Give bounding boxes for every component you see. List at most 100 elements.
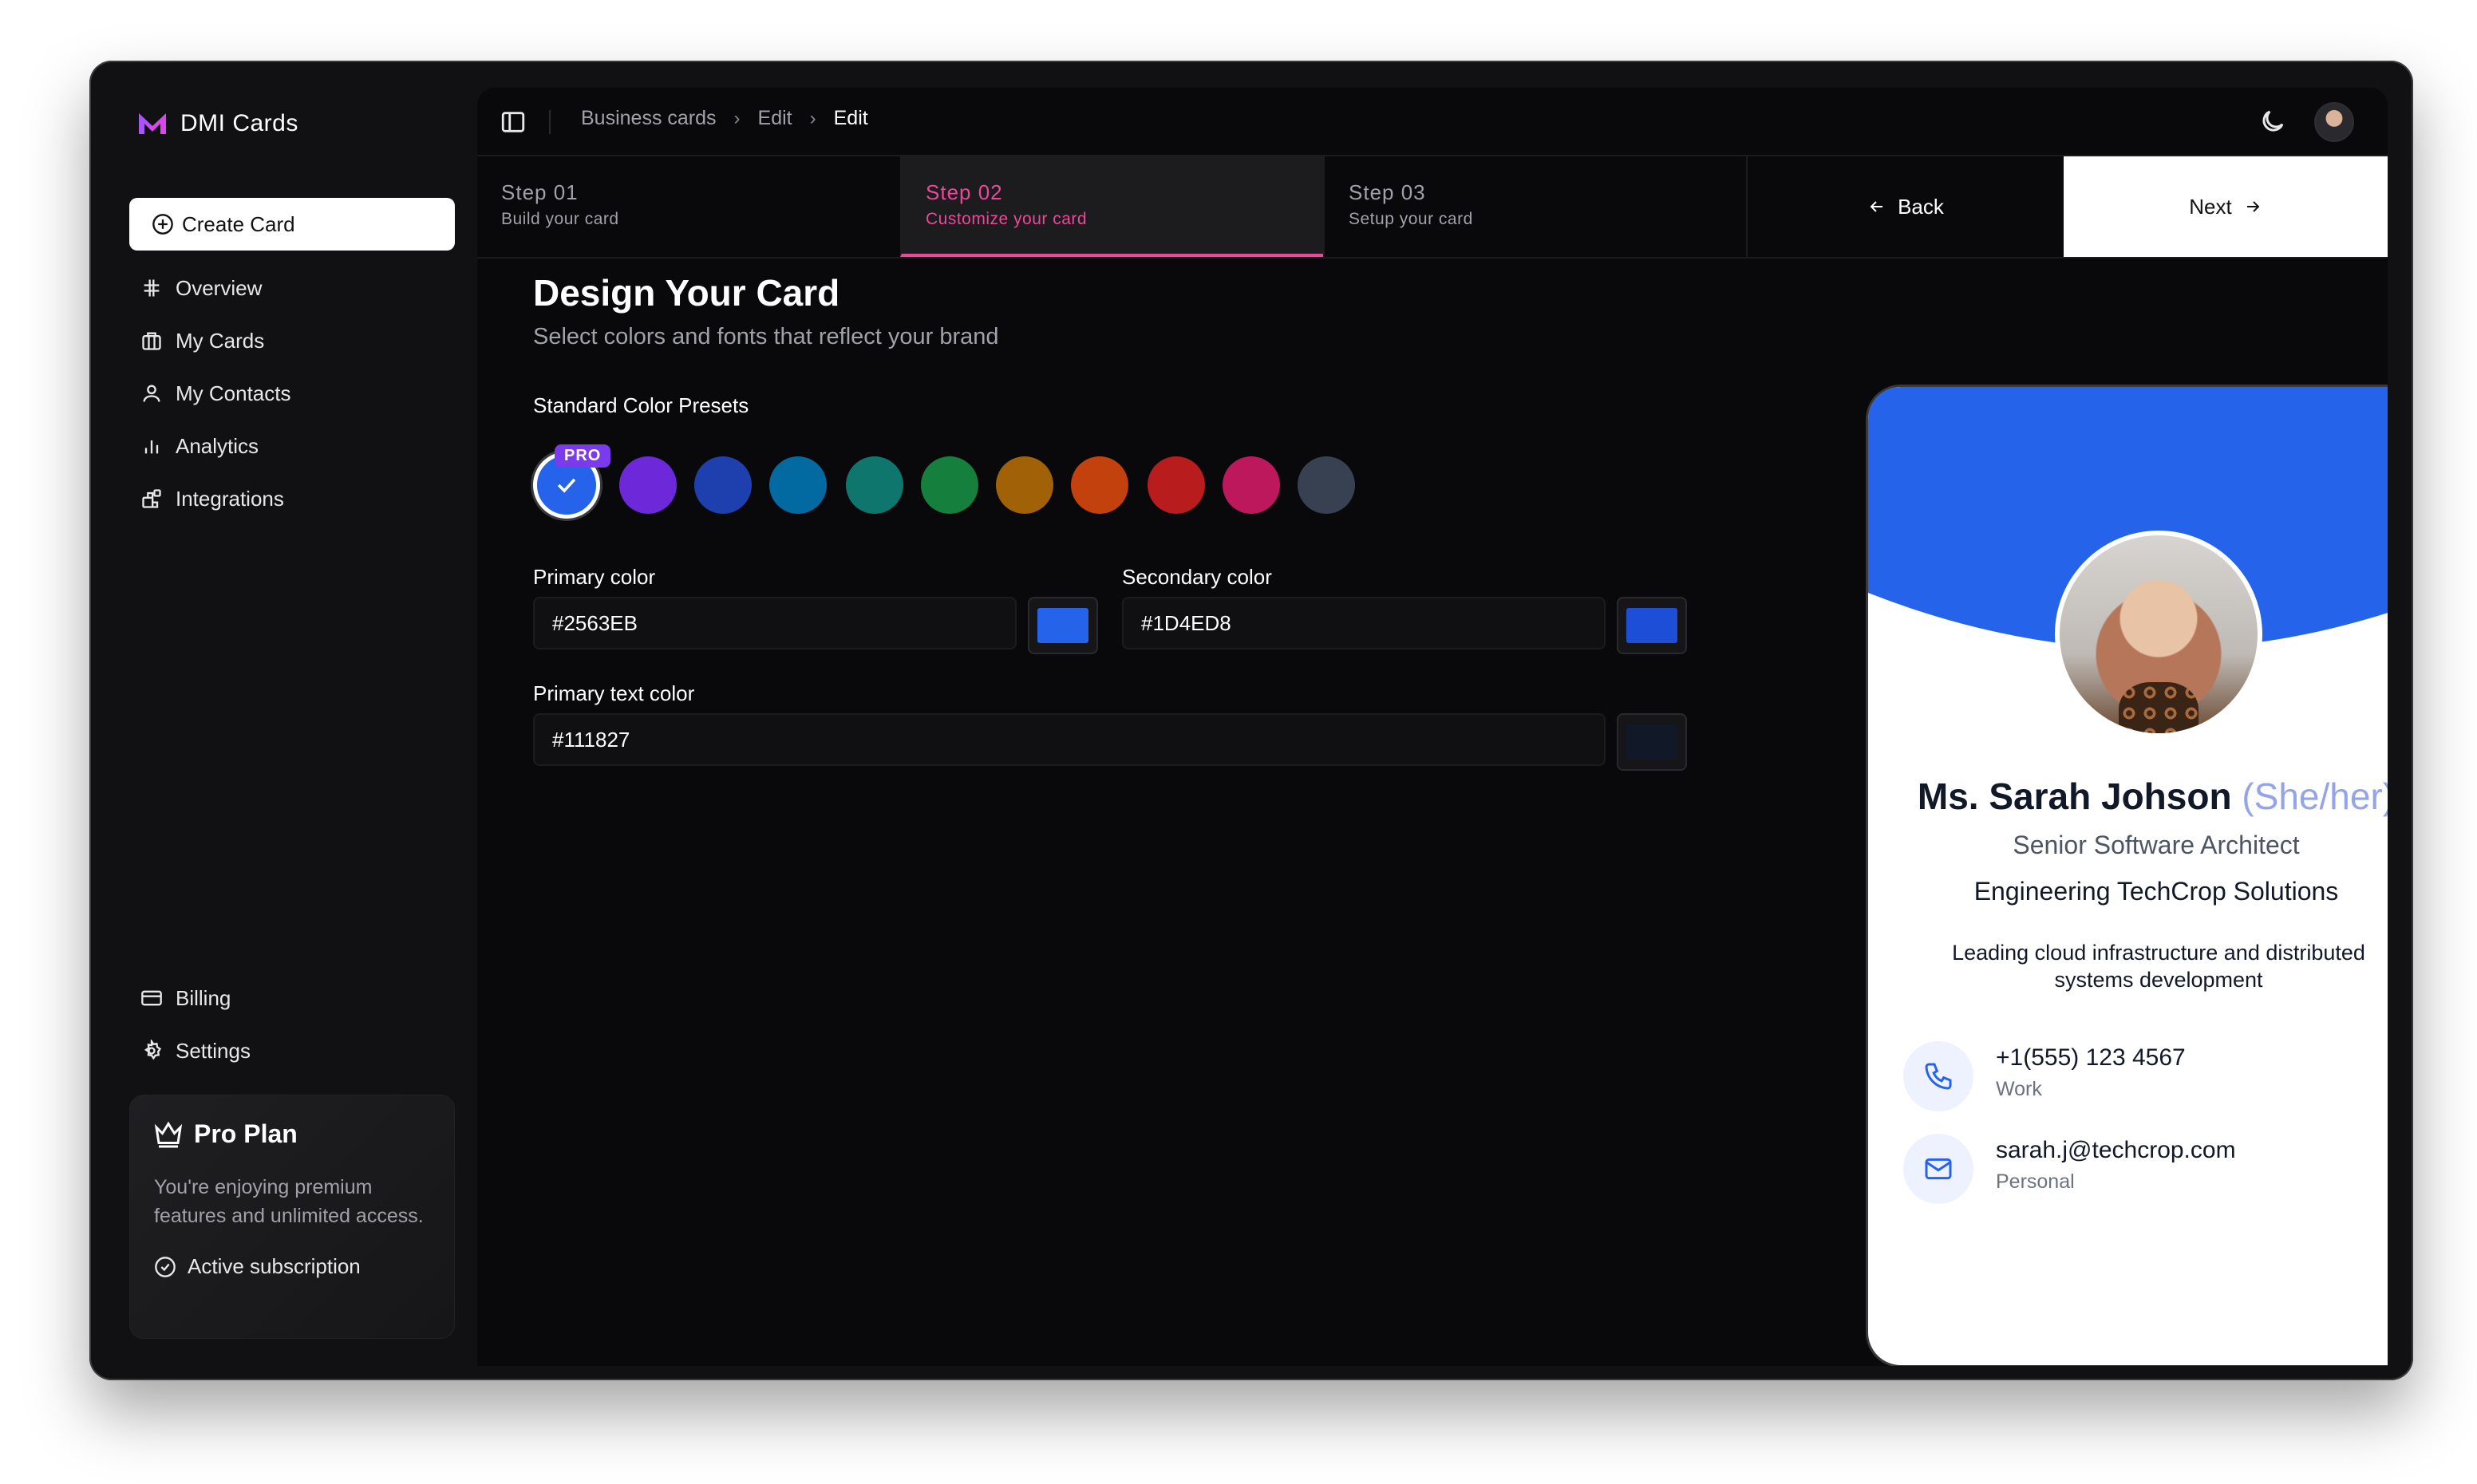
sidebar-item-my-contacts[interactable]: My Contacts <box>129 367 455 420</box>
sidebar-item-label: Integrations <box>176 486 284 511</box>
color-swatch[interactable] <box>921 456 978 514</box>
breadcrumb-item[interactable]: Business cards <box>581 107 717 130</box>
color-swatch[interactable] <box>1071 456 1128 514</box>
subscription-status-text: Active subscription <box>188 1254 361 1278</box>
card-phone: +1(555) 123 4567 <box>1996 1044 2186 1071</box>
step-3[interactable]: Step 03 Setup your card <box>1323 156 1746 257</box>
moon-icon[interactable] <box>2258 107 2287 136</box>
hash-icon <box>144 279 160 297</box>
main-panel: Business cards › Edit › Edit Step 01 Bui… <box>477 88 2388 1366</box>
sidebar-item-analytics[interactable]: Analytics <box>129 420 455 472</box>
blocks-icon <box>142 489 161 508</box>
crown-icon <box>154 1121 183 1147</box>
mail-icon-wrap <box>1903 1134 1973 1204</box>
color-swatch[interactable] <box>846 456 903 514</box>
pro-plan-card: Pro Plan You're enjoying premium feature… <box>129 1095 455 1339</box>
card-phone-type: Work <box>1996 1078 2042 1100</box>
card-job-title: Senior Software Architect <box>2013 831 2300 859</box>
top-bar: Business cards › Edit › Edit <box>477 88 2388 156</box>
pro-plan-title: Pro Plan <box>154 1119 430 1149</box>
brand-name: DMI Cards <box>180 110 298 136</box>
topbar-divider <box>549 110 551 134</box>
arrow-right-icon <box>2246 201 2260 212</box>
sidebar-item-label: Overview <box>176 275 263 300</box>
user-icon <box>143 385 160 402</box>
color-swatch[interactable] <box>619 456 677 514</box>
sidebar-item-overview[interactable]: Overview <box>129 262 455 314</box>
primary-color-picker[interactable] <box>1028 597 1098 654</box>
avatar[interactable] <box>2314 102 2354 142</box>
create-card-button[interactable]: Create Card <box>129 198 455 251</box>
profile-photo <box>2055 531 2262 738</box>
next-label: Next <box>2189 194 2232 219</box>
breadcrumb: Business cards › Edit › Edit <box>581 107 868 130</box>
page-subtitle: Select colors and fonts that reflect you… <box>533 324 999 349</box>
card-email-type: Personal <box>1996 1170 2075 1193</box>
sidebar-item-label: My Contacts <box>176 381 291 405</box>
text-color-picker[interactable] <box>1617 713 1687 771</box>
phone-icon-wrap <box>1903 1041 1973 1111</box>
logo-icon <box>139 113 166 134</box>
sidebar-item-my-cards[interactable]: My Cards <box>129 314 455 367</box>
color-swatch[interactable] <box>769 456 827 514</box>
sidebar-bottom-nav: Billing Settings <box>129 972 455 1077</box>
create-card-label: Create Card <box>182 211 295 236</box>
step-2[interactable]: Step 02 Customize your card <box>900 156 1323 257</box>
card-contact-phone[interactable]: +1(555) 123 4567 Work <box>1903 1041 2388 1113</box>
step-number: Step 01 <box>501 180 579 204</box>
cards-icon <box>142 332 161 350</box>
color-swatch[interactable] <box>694 456 752 514</box>
app-window: DMI Cards Create Card Overview My Cards … <box>89 61 2413 1380</box>
secondary-color-label: Secondary color <box>1122 565 1272 589</box>
next-button[interactable]: Next <box>2064 156 2388 257</box>
breadcrumb-item[interactable]: Edit <box>758 107 792 130</box>
text-color-row: Primary text color <box>533 681 1690 771</box>
presets-label: Standard Color Presets <box>533 393 749 417</box>
mail-icon <box>1925 1158 1952 1180</box>
sidebar-item-label: Analytics <box>176 433 259 458</box>
secondary-color-input[interactable] <box>1122 597 1606 649</box>
primary-color-label: Primary color <box>533 565 656 589</box>
page-title: Design Your Card <box>533 272 840 314</box>
gear-icon <box>144 1040 162 1060</box>
card-company: Engineering TechCrop Solutions <box>1973 877 2339 906</box>
credit-card-icon <box>141 990 162 1006</box>
card-email: sarah.j@techcrop.com <box>1996 1137 2236 1163</box>
check-icon <box>557 478 576 493</box>
bar-chart-icon <box>144 440 159 454</box>
step-label: Build your card <box>501 210 619 228</box>
back-button[interactable]: Back <box>1746 156 2064 257</box>
primary-color-input[interactable] <box>533 597 1017 649</box>
check-circle-icon <box>155 1256 176 1277</box>
color-swatch[interactable] <box>996 456 1053 514</box>
profile-photo-image <box>2060 535 2258 733</box>
color-swatch[interactable] <box>1223 456 1280 514</box>
sidebar-item-integrations[interactable]: Integrations <box>129 472 455 525</box>
color-swatch-selected[interactable]: PRO <box>533 444 611 519</box>
plus-circle-icon <box>152 214 173 235</box>
chevron-right-icon: › <box>733 107 741 129</box>
color-swatch[interactable] <box>1148 456 1205 514</box>
step-number: Step 03 <box>1349 180 1426 204</box>
color-swatch[interactable] <box>1298 456 1355 514</box>
step-1[interactable]: Step 01 Build your card <box>477 156 900 257</box>
color-presets: PRO <box>533 444 1690 519</box>
sidebar-nav: Overview My Cards My Contacts Analytics … <box>129 262 455 525</box>
sidebar: DMI Cards Create Card Overview My Cards … <box>89 61 477 1380</box>
card-preview: Ms. Sarah Johson (She/her) Senior Softwa… <box>1866 385 2388 1366</box>
step-number: Step 02 <box>926 180 1003 204</box>
sidebar-toggle-icon[interactable] <box>500 109 527 136</box>
text-color-input[interactable] <box>533 713 1606 766</box>
brand[interactable]: DMI Cards <box>137 110 298 137</box>
pro-badge: PRO <box>555 444 611 468</box>
sidebar-item-settings[interactable]: Settings <box>129 1024 455 1077</box>
sidebar-item-billing[interactable]: Billing <box>129 972 455 1024</box>
secondary-color-preview <box>1626 608 1677 643</box>
card-name: Ms. Sarah Johson (She/her) <box>1868 775 2388 818</box>
card-bio: Leading cloud infrastructure and distrib… <box>1952 941 2365 992</box>
stepper: Step 01 Build your card Step 02 Customiz… <box>477 156 2388 259</box>
card-contact-email[interactable]: sarah.j@techcrop.com Personal <box>1903 1134 2388 1206</box>
secondary-color-picker[interactable] <box>1617 597 1687 654</box>
step-label: Setup your card <box>1349 210 1473 228</box>
breadcrumb-current: Edit <box>833 107 868 129</box>
